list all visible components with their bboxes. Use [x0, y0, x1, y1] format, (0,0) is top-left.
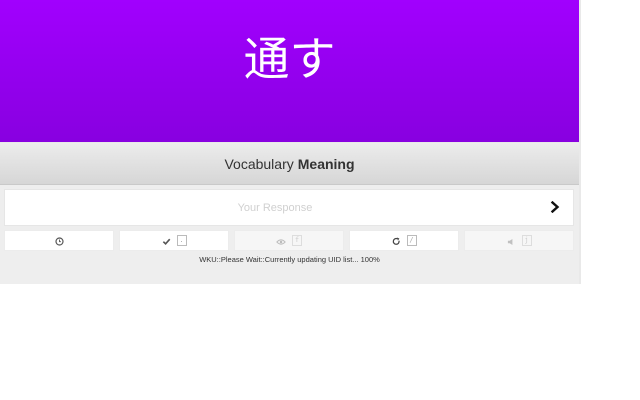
- audio-hotkey: j: [521, 235, 532, 246]
- character-header: 通す: [0, 0, 579, 142]
- question-target: Meaning: [297, 155, 355, 172]
- item-info-button[interactable]: .: [119, 230, 229, 251]
- redo-icon: [392, 231, 401, 250]
- review-panel: 通す Vocabulary Meaning Your Response . f …: [0, 0, 579, 284]
- show-answer-button[interactable]: f: [234, 230, 344, 251]
- last-items-button[interactable]: [4, 230, 114, 251]
- status-message: WKU::Please Wait::Currently updating UID…: [199, 255, 380, 264]
- clock-icon: [54, 231, 64, 250]
- character-text: 通す: [243, 32, 336, 86]
- answer-input[interactable]: [5, 190, 545, 225]
- chevron-right-icon: [550, 198, 560, 217]
- check-icon: [162, 231, 171, 250]
- audio-icon: [507, 231, 516, 250]
- question-kind: Vocabulary: [224, 155, 294, 172]
- additional-content-toolbar: . f / j: [4, 230, 574, 251]
- submit-answer-button[interactable]: [543, 190, 567, 225]
- audio-button[interactable]: j: [464, 230, 574, 251]
- panel-edge: [579, 0, 581, 284]
- item-info-hotkey: .: [176, 235, 187, 246]
- show-answer-hotkey: f: [292, 235, 302, 246]
- retype-button[interactable]: /: [349, 230, 459, 251]
- eye-icon: [276, 231, 286, 250]
- retype-hotkey: /: [406, 235, 417, 246]
- question-type-bar: Vocabulary Meaning: [0, 142, 579, 185]
- answer-form: [4, 189, 574, 226]
